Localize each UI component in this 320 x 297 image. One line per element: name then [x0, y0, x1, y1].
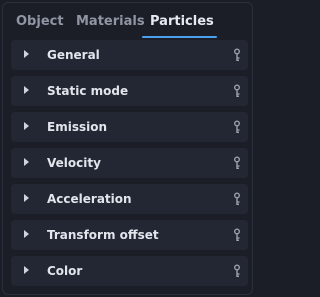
- key-icon[interactable]: [232, 156, 242, 170]
- section-emission[interactable]: Emission: [11, 112, 248, 142]
- section-label: Static mode: [47, 84, 129, 98]
- section-label: Velocity: [47, 156, 101, 170]
- chevron-right-icon: [24, 122, 29, 130]
- section-label: General: [47, 48, 100, 62]
- section-label: Acceleration: [47, 192, 132, 206]
- chevron-right-icon: [24, 266, 29, 274]
- key-icon[interactable]: [232, 228, 242, 242]
- key-icon[interactable]: [232, 48, 242, 62]
- chevron-right-icon: [24, 86, 29, 94]
- key-icon[interactable]: [232, 192, 242, 206]
- section-static-mode[interactable]: Static mode: [11, 76, 248, 106]
- section-general[interactable]: General: [11, 40, 248, 70]
- chevron-right-icon: [24, 230, 29, 238]
- tab-particles[interactable]: Particles: [150, 14, 214, 30]
- chevron-right-icon: [24, 158, 29, 166]
- section-label: Emission: [47, 120, 107, 134]
- tab-materials[interactable]: Materials: [76, 14, 145, 30]
- section-transform-offset[interactable]: Transform offset: [11, 220, 248, 250]
- tab-object[interactable]: Object: [16, 14, 64, 30]
- chevron-right-icon: [24, 50, 29, 58]
- chevron-right-icon: [24, 194, 29, 202]
- tab-bar: Object Materials Particles: [3, 3, 252, 39]
- key-icon[interactable]: [232, 120, 242, 134]
- section-acceleration[interactable]: Acceleration: [11, 184, 248, 214]
- properties-panel: Object Materials Particles General Stati…: [2, 2, 253, 295]
- section-label: Transform offset: [47, 228, 159, 242]
- key-icon[interactable]: [232, 84, 242, 98]
- section-velocity[interactable]: Velocity: [11, 148, 248, 178]
- section-color[interactable]: Color: [11, 256, 248, 286]
- key-icon[interactable]: [232, 264, 242, 278]
- section-label: Color: [47, 264, 83, 278]
- active-tab-indicator: [142, 36, 217, 38]
